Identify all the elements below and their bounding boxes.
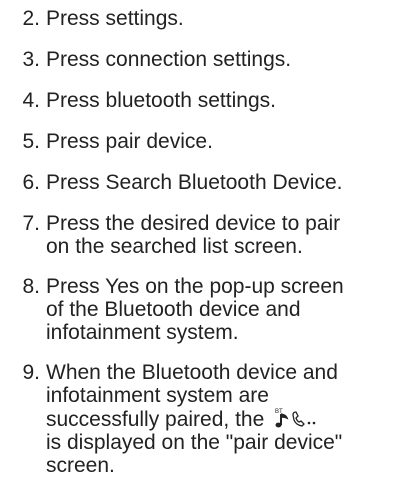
step-text: Press settings. [46,7,184,30]
step-text-line: screen. [46,454,115,477]
step-number: 2. [22,7,40,30]
step-text-line: Press Yes on the pop-up screen [46,275,344,298]
step-text-line: successfully paired, the [46,408,265,431]
step-text: When the Bluetooth device and infotainme… [46,361,391,477]
bluetooth-phone-icon: BT [275,409,316,428]
step-text-line: on the searched list screen. [46,235,303,258]
step-text: Press the desired device to pair on the … [46,212,391,258]
step-number: 8. [22,275,40,298]
step-number: 6. [22,171,40,194]
step-text: Press Yes on the pop-up screen of the Bl… [46,275,391,344]
step-text-line: infotainment system are [46,384,269,407]
step-number: 5. [22,130,40,153]
step-text-line: When the Bluetooth device and [46,361,338,384]
step-text-line: of the Bluetooth device and [46,298,301,321]
step-text-line: Press the desired device to pair [46,212,341,235]
step-text: Press Search Bluetooth Device. [46,171,343,194]
step-text: Press pair device. [46,130,213,153]
step-text: Press bluetooth settings. [46,89,276,112]
step-text-line: is displayed on the "pair device" [46,431,343,454]
step-text: Press connection settings. [46,48,292,71]
step-number: 7. [22,212,40,235]
step-number: 3. [22,48,40,71]
step-text-line: infotainment system. [46,321,239,344]
step-number: 4. [22,89,40,112]
step-number: 9. [22,361,40,384]
